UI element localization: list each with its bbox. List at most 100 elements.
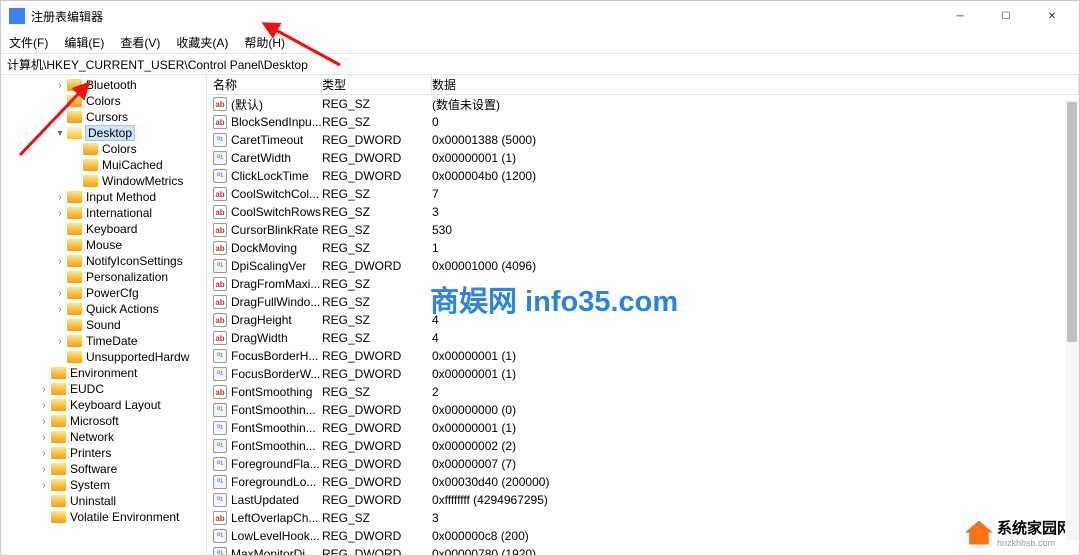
- value-name: CoolSwitchCol...: [231, 187, 319, 201]
- minimize-button[interactable]: ─: [937, 1, 983, 31]
- value-row[interactable]: CoolSwitchCol...REG_SZ7: [207, 185, 1079, 203]
- value-row[interactable]: LowLevelHook...REG_DWORD0x000000c8 (200): [207, 527, 1079, 545]
- tree-item[interactable]: Mouse: [1, 237, 206, 253]
- scroll-thumb[interactable]: [1067, 102, 1077, 342]
- value-row[interactable]: CoolSwitchRowsREG_SZ3: [207, 203, 1079, 221]
- chevron-right-icon[interactable]: ›: [53, 288, 67, 299]
- col-data-header[interactable]: 数据: [432, 75, 1079, 94]
- tree-item[interactable]: ›PowerCfg: [1, 285, 206, 301]
- value-list[interactable]: 名称 类型 数据 (默认)REG_SZ(数值未设置)BlockSendInpu.…: [207, 75, 1079, 555]
- tree-item[interactable]: Environment: [1, 365, 206, 381]
- chevron-right-icon[interactable]: ›: [53, 192, 67, 203]
- chevron-right-icon[interactable]: ›: [53, 304, 67, 315]
- value-row[interactable]: DragFullWindo...REG_SZ: [207, 293, 1079, 311]
- tree-item[interactable]: WindowMetrics: [1, 173, 206, 189]
- chevron-right-icon[interactable]: ›: [37, 384, 51, 395]
- value-row[interactable]: DragHeightREG_SZ4: [207, 311, 1079, 329]
- dword-value-icon: [213, 547, 227, 555]
- menu-edit[interactable]: 编辑(E): [60, 32, 108, 53]
- tree-item[interactable]: › International: [1, 205, 206, 221]
- value-row[interactable]: CaretTimeoutREG_DWORD0x00001388 (5000): [207, 131, 1079, 149]
- value-row[interactable]: FocusBorderW...REG_DWORD0x00000001 (1): [207, 365, 1079, 383]
- chevron-right-icon[interactable]: ›: [53, 336, 67, 347]
- value-row[interactable]: ForegroundFla...REG_DWORD0x00000007 (7): [207, 455, 1079, 473]
- folder-icon: [67, 127, 82, 139]
- tree-item[interactable]: Personalization: [1, 269, 206, 285]
- tree-item[interactable]: ›Keyboard Layout: [1, 397, 206, 413]
- tree-item[interactable]: ›Input Method: [1, 189, 206, 205]
- tree-label: International: [86, 206, 152, 220]
- chevron-right-icon[interactable]: ›: [37, 400, 51, 411]
- menu-fav[interactable]: 收藏夹(A): [172, 32, 232, 53]
- tree-item[interactable]: ›EUDC: [1, 381, 206, 397]
- value-row[interactable]: BlockSendInpu...REG_SZ0: [207, 113, 1079, 131]
- registry-tree[interactable]: ›BluetoothColorsCursors▾DesktopColorsMui…: [1, 75, 207, 555]
- tree-item[interactable]: ›System: [1, 477, 206, 493]
- tree-item[interactable]: Sound: [1, 317, 206, 333]
- tree-item[interactable]: ›Network: [1, 429, 206, 445]
- chevron-right-icon[interactable]: ›: [53, 80, 67, 91]
- maximize-button[interactable]: ☐: [983, 1, 1029, 31]
- tree-item[interactable]: UnsupportedHardw: [1, 349, 206, 365]
- tree-item[interactable]: ›Bluetooth: [1, 77, 206, 93]
- value-row[interactable]: LastUpdatedREG_DWORD0xffffffff (42949672…: [207, 491, 1079, 509]
- chevron-right-icon[interactable]: ›: [37, 480, 51, 491]
- tree-item[interactable]: Volatile Environment: [1, 509, 206, 525]
- menu-help[interactable]: 帮助(H): [240, 32, 289, 53]
- value-name: MaxMonitorDi...: [231, 547, 315, 555]
- folder-icon: [51, 399, 66, 411]
- tree-item[interactable]: › Microsoft: [1, 413, 206, 429]
- value-row[interactable]: MaxMonitorDi...REG_DWORD0x00000780 (1920…: [207, 545, 1079, 555]
- chevron-right-icon[interactable]: ›: [37, 464, 51, 475]
- value-type: REG_SZ: [322, 385, 432, 399]
- value-row[interactable]: DragWidthREG_SZ4: [207, 329, 1079, 347]
- address-bar[interactable]: 计算机\HKEY_CURRENT_USER\Control Panel\Desk…: [1, 53, 1079, 75]
- tree-item[interactable]: ›Quick Actions: [1, 301, 206, 317]
- chevron-right-icon[interactable]: ›: [37, 416, 51, 427]
- value-row[interactable]: FontSmoothin...REG_DWORD0x00000002 (2): [207, 437, 1079, 455]
- tree-item[interactable]: ›TimeDate: [1, 333, 206, 349]
- col-name-header[interactable]: 名称: [207, 75, 322, 94]
- tree-item[interactable]: ▾Desktop: [1, 125, 206, 141]
- chevron-right-icon[interactable]: ›: [37, 432, 51, 443]
- value-row[interactable]: ForegroundLo...REG_DWORD0x00030d40 (2000…: [207, 473, 1079, 491]
- tree-item[interactable]: ›NotifyIconSettings: [1, 253, 206, 269]
- tree-item[interactable]: ›Printers: [1, 445, 206, 461]
- scrollbar-vertical[interactable]: [1065, 100, 1079, 540]
- string-value-icon: [213, 295, 227, 309]
- value-row[interactable]: FontSmoothingREG_SZ2: [207, 383, 1079, 401]
- value-data: 0x00000002 (2): [432, 439, 1079, 453]
- chevron-right-icon[interactable]: ›: [53, 256, 67, 267]
- value-row[interactable]: DpiScalingVerREG_DWORD0x00001000 (4096): [207, 257, 1079, 275]
- value-data: 0x00030d40 (200000): [432, 475, 1079, 489]
- col-type-header[interactable]: 类型: [322, 75, 432, 94]
- value-row[interactable]: FontSmoothin...REG_DWORD0x00000000 (0): [207, 401, 1079, 419]
- string-value-icon: [213, 511, 227, 525]
- tree-label: Microsoft: [70, 414, 119, 428]
- value-row[interactable]: ClickLockTimeREG_DWORD0x000004b0 (1200): [207, 167, 1079, 185]
- value-row[interactable]: DragFromMaxi...REG_SZ: [207, 275, 1079, 293]
- menu-file[interactable]: 文件(F): [5, 32, 52, 53]
- value-row[interactable]: (默认)REG_SZ(数值未设置): [207, 95, 1079, 113]
- tree-item[interactable]: Keyboard: [1, 221, 206, 237]
- value-row[interactable]: CursorBlinkRateREG_SZ530: [207, 221, 1079, 239]
- chevron-right-icon[interactable]: ›: [37, 448, 51, 459]
- value-row[interactable]: CaretWidthREG_DWORD0x00000001 (1): [207, 149, 1079, 167]
- value-row[interactable]: DockMovingREG_SZ1: [207, 239, 1079, 257]
- tree-item[interactable]: Colors: [1, 141, 206, 157]
- app-icon: [9, 8, 25, 24]
- tree-item[interactable]: Uninstall: [1, 493, 206, 509]
- value-row[interactable]: FocusBorderH...REG_DWORD0x00000001 (1): [207, 347, 1079, 365]
- value-data: 3: [432, 205, 1079, 219]
- close-button[interactable]: ✕: [1029, 1, 1075, 31]
- value-row[interactable]: LeftOverlapCh...REG_SZ3: [207, 509, 1079, 527]
- chevron-down-icon[interactable]: ▾: [53, 128, 67, 139]
- tree-item[interactable]: ›Software: [1, 461, 206, 477]
- chevron-right-icon[interactable]: ›: [53, 208, 67, 219]
- tree-item[interactable]: Colors: [1, 93, 206, 109]
- tree-item[interactable]: MuiCached: [1, 157, 206, 173]
- menu-view[interactable]: 查看(V): [116, 32, 164, 53]
- tree-item[interactable]: Cursors: [1, 109, 206, 125]
- value-type: REG_DWORD: [322, 151, 432, 165]
- value-row[interactable]: FontSmoothin...REG_DWORD0x00000001 (1): [207, 419, 1079, 437]
